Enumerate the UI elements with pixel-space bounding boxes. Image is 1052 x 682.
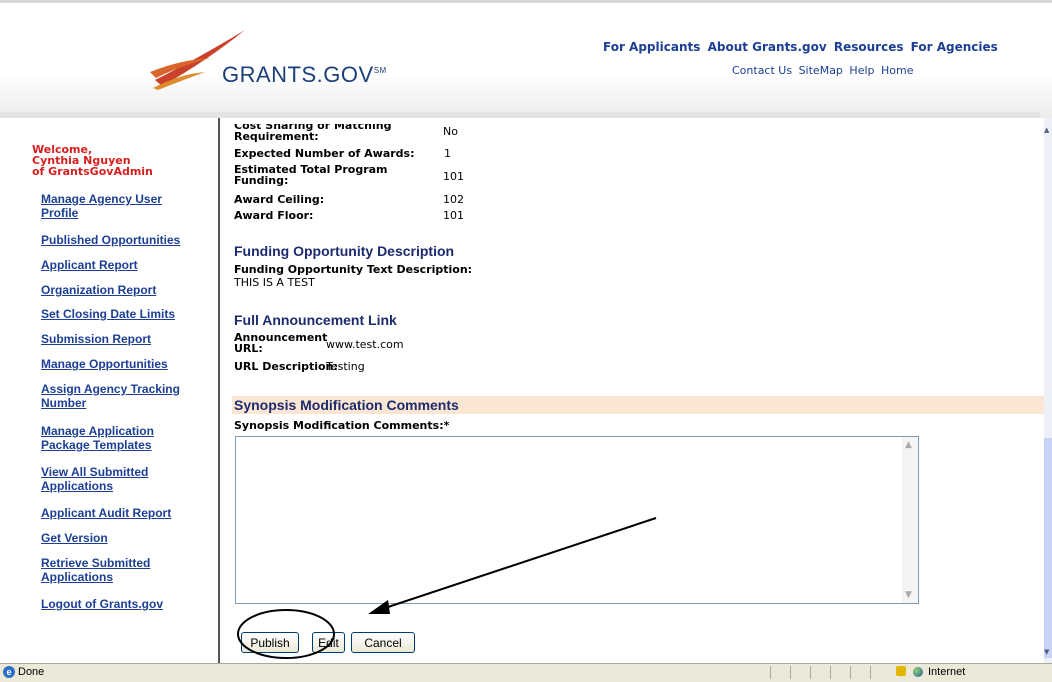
- cost-sharing-value: No: [443, 125, 458, 138]
- nav-help[interactable]: Help: [849, 64, 874, 77]
- sidebar-item-manage-opportunities[interactable]: Manage Opportunities: [41, 357, 201, 371]
- welcome-message: Welcome, Cynthia Nguyen of GrantsGovAdmi…: [32, 144, 153, 177]
- announcement-url-label-line: URL:: [234, 342, 263, 355]
- nav-contact-us[interactable]: Contact Us: [732, 64, 792, 77]
- sidebar-item-label: Organization Report: [41, 283, 157, 297]
- status-divider: [850, 666, 851, 679]
- logo[interactable]: GRANTS.GOVSM: [222, 62, 387, 88]
- nav-for-applicants[interactable]: For Applicants: [603, 40, 700, 54]
- announcement-section-title: Full Announcement Link: [234, 312, 397, 328]
- page-scroll-up-icon[interactable]: ▲: [1044, 126, 1052, 134]
- sidebar-item-label: Applicant Report: [41, 258, 138, 272]
- synopsis-section-title: Synopsis Modification Comments: [234, 397, 459, 413]
- sidebar-item-label: Applicant Audit Report: [41, 506, 172, 520]
- sub-nav: Contact Us SiteMap Help Home: [732, 64, 916, 77]
- cost-sharing-label-line: Requirement:: [234, 130, 319, 143]
- status-divider: [870, 666, 871, 679]
- synopsis-comments-textarea[interactable]: ▲ ▼: [235, 436, 919, 604]
- sidebar-item-published-opportunities[interactable]: Published Opportunities: [41, 233, 201, 247]
- url-description-value: Testing: [326, 360, 365, 373]
- nav-resources[interactable]: Resources: [834, 40, 904, 54]
- sidebar-item-label: Package Templates: [41, 438, 152, 452]
- url-description-label: URL Description:: [234, 360, 338, 373]
- main-content: Cost Sharing or Matching Requirement: No…: [232, 118, 1044, 663]
- award-floor-value: 101: [443, 209, 464, 222]
- sidebar-item-view-all-submitted-applications[interactable]: View All Submitted Applications: [41, 465, 201, 493]
- ie-page-icon: e: [3, 666, 15, 678]
- nav-for-agencies[interactable]: For Agencies: [911, 40, 998, 54]
- total-funding-value: 101: [443, 170, 464, 183]
- status-divider: [830, 666, 831, 679]
- publish-button[interactable]: Publish: [241, 632, 299, 653]
- sidebar-item-retrieve-submitted-applications[interactable]: Retrieve Submitted Applications: [41, 556, 201, 584]
- sidebar-item-label: Applications: [41, 570, 114, 584]
- sidebar-item-assign-agency-tracking-number[interactable]: Assign Agency Tracking Number: [41, 382, 201, 410]
- nav-sitemap[interactable]: SiteMap: [799, 64, 843, 77]
- sidebar-item-set-closing-date-limits[interactable]: Set Closing Date Limits: [41, 307, 201, 321]
- sidebar-item-label: Logout of Grants.gov: [41, 597, 163, 611]
- award-ceiling-value: 102: [443, 193, 464, 206]
- total-funding-label-line: Funding:: [234, 174, 289, 187]
- nav-about-grants[interactable]: About Grants.gov: [708, 40, 827, 54]
- sidebar-item-label: View All Submitted: [41, 465, 149, 479]
- sidebar-item-applicant-report[interactable]: Applicant Report: [41, 258, 201, 272]
- scroll-up-icon[interactable]: ▲: [905, 440, 912, 450]
- lock-icon: [896, 666, 906, 676]
- cost-sharing-label: Cost Sharing or Matching Requirement:: [234, 124, 391, 143]
- sidebar-item-label: Retrieve Submitted: [41, 556, 151, 570]
- sidebar-item-label: Applications: [41, 479, 114, 493]
- sidebar-item-manage-agency-user-profile[interactable]: Manage Agency User Profile: [41, 192, 201, 220]
- globe-icon: [913, 667, 923, 677]
- sidebar-item-label: Assign Agency Tracking: [41, 382, 180, 396]
- expected-awards-label: Expected Number of Awards:: [234, 147, 415, 160]
- sidebar-item-logout[interactable]: Logout of Grants.gov: [41, 597, 201, 611]
- site-header: GRANTS.GOVSM For Applicants About Grants…: [0, 0, 1052, 118]
- sidebar-item-label: Profile: [41, 206, 79, 220]
- status-divider: [790, 666, 791, 679]
- browser-status-bar: e Done Internet: [0, 663, 1052, 682]
- textarea-scrollbar[interactable]: ▲ ▼: [902, 437, 918, 603]
- sidebar-item-manage-application-package-templates[interactable]: Manage Application Package Templates: [41, 424, 201, 452]
- sidebar-item-label: Manage Application: [41, 424, 154, 438]
- award-floor-label: Award Floor:: [234, 209, 314, 222]
- description-text-value: THIS IS A TEST: [234, 276, 315, 289]
- welcome-org: of GrantsGovAdmin: [32, 165, 153, 178]
- sidebar-item-label: Manage Agency User: [41, 192, 162, 206]
- total-funding-label: Estimated Total Program Funding:: [234, 164, 388, 186]
- page-scroll-down-icon[interactable]: ▼: [1044, 648, 1052, 656]
- sidebar-item-label: Submission Report: [41, 332, 152, 346]
- sidebar-item-label: Set Closing Date Limits: [41, 307, 176, 321]
- announcement-url-label: Announcement URL:: [234, 332, 327, 354]
- edit-button[interactable]: Edit: [312, 632, 345, 653]
- scroll-down-icon[interactable]: ▼: [905, 590, 912, 600]
- sidebar-item-organization-report[interactable]: Organization Report: [41, 283, 201, 297]
- top-nav: For Applicants About Grants.gov Resource…: [603, 40, 1001, 54]
- sidebar-divider: [218, 118, 220, 663]
- synopsis-section-header: Synopsis Modification Comments: [232, 396, 1044, 414]
- sidebar: Welcome, Cynthia Nguyen of GrantsGovAdmi…: [0, 118, 218, 663]
- award-ceiling-label: Award Ceiling:: [234, 193, 325, 206]
- sidebar-item-applicant-audit-report[interactable]: Applicant Audit Report: [41, 506, 201, 520]
- status-divider: [810, 666, 811, 679]
- announcement-url-value[interactable]: www.test.com: [326, 339, 404, 350]
- page-scroll-thumb[interactable]: [1044, 438, 1052, 658]
- cancel-button[interactable]: Cancel: [351, 632, 415, 653]
- sidebar-item-label: Published Opportunities: [41, 233, 181, 247]
- expected-awards-value: 1: [444, 147, 451, 160]
- status-divider: [770, 666, 771, 679]
- sidebar-item-get-version[interactable]: Get Version: [41, 531, 201, 545]
- page-scrollbar[interactable]: ▲ ▼: [1044, 118, 1052, 663]
- sidebar-item-label: Get Version: [41, 531, 108, 545]
- sidebar-item-label: Number: [41, 396, 87, 410]
- sidebar-item-label: Manage Opportunities: [41, 357, 168, 371]
- sidebar-item-submission-report[interactable]: Submission Report: [41, 332, 201, 346]
- description-text-label: Funding Opportunity Text Description:: [234, 263, 473, 276]
- status-text: Done: [18, 666, 45, 678]
- nav-home[interactable]: Home: [881, 64, 913, 77]
- description-section-title: Funding Opportunity Description: [234, 243, 455, 259]
- security-zone-text: Internet: [928, 666, 966, 678]
- header-top-line: [0, 0, 1052, 3]
- synopsis-field-label: Synopsis Modification Comments:*: [234, 419, 450, 432]
